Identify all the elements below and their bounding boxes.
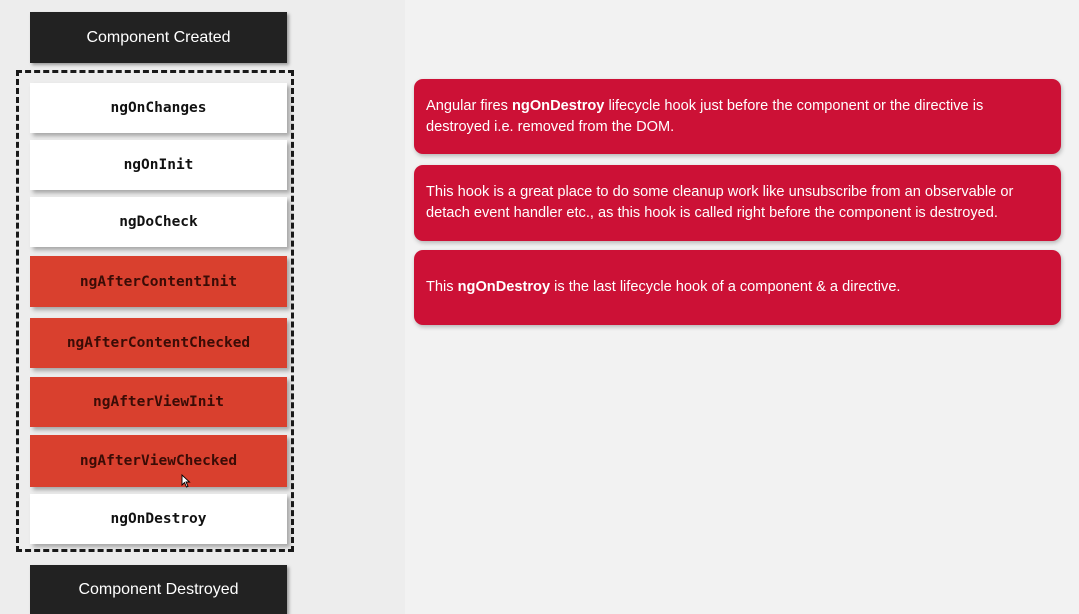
hook-ngaftercontentchecked: ngAfterContentChecked xyxy=(30,318,287,368)
info-card-1-text: Angular fires ngOnDestroy lifecycle hook… xyxy=(426,96,1049,138)
card-text-bold: ngOnDestroy xyxy=(457,279,551,295)
hook-label: ngAfterContentInit xyxy=(79,273,238,290)
hook-label: ngAfterContentChecked xyxy=(66,335,251,351)
card-text-after: is the last lifecycle hook of a componen… xyxy=(550,279,901,295)
component-destroyed-label: Component Destroyed xyxy=(78,580,239,598)
info-card-3: This ngOnDestroy is the last lifecycle h… xyxy=(414,250,1061,325)
hook-ngdocheck: ngDoCheck xyxy=(30,197,287,247)
hook-label: ngAfterViewChecked xyxy=(79,453,238,469)
hook-label: ngOnInit xyxy=(123,157,194,173)
hook-ngaftercontentinit: ngAfterContentInit xyxy=(30,256,287,307)
hook-ngafterviewinit: ngAfterViewInit xyxy=(30,377,287,427)
info-card-3-text: This ngOnDestroy is the last lifecycle h… xyxy=(426,277,901,298)
card-text-before: Angular fires xyxy=(426,97,512,114)
component-created-label: Component Created xyxy=(86,28,231,46)
hook-label: ngOnChanges xyxy=(110,100,207,116)
hook-label: ngOnDestroy xyxy=(110,511,207,527)
info-card-2: This hook is a great place to do some cl… xyxy=(414,165,1061,241)
component-created-box: Component Created xyxy=(30,12,287,63)
component-destroyed-box: Component Destroyed xyxy=(30,565,287,614)
hook-ngoninit: ngOnInit xyxy=(30,140,287,190)
card-text-bold: ngOnDestroy xyxy=(511,97,605,114)
hook-ngafterviewchecked: ngAfterViewChecked xyxy=(30,435,287,487)
card-text-before: This xyxy=(426,279,458,295)
hook-ngondestroy: ngOnDestroy xyxy=(30,494,287,544)
info-card-1: Angular fires ngOnDestroy lifecycle hook… xyxy=(414,79,1061,154)
mouse-cursor-icon xyxy=(181,474,191,488)
hook-ngonchanges: ngOnChanges xyxy=(30,83,287,133)
hook-label: ngDoCheck xyxy=(119,214,198,230)
info-card-2-text: This hook is a great place to do some cl… xyxy=(426,184,1014,221)
hook-label: ngAfterViewInit xyxy=(93,394,224,410)
